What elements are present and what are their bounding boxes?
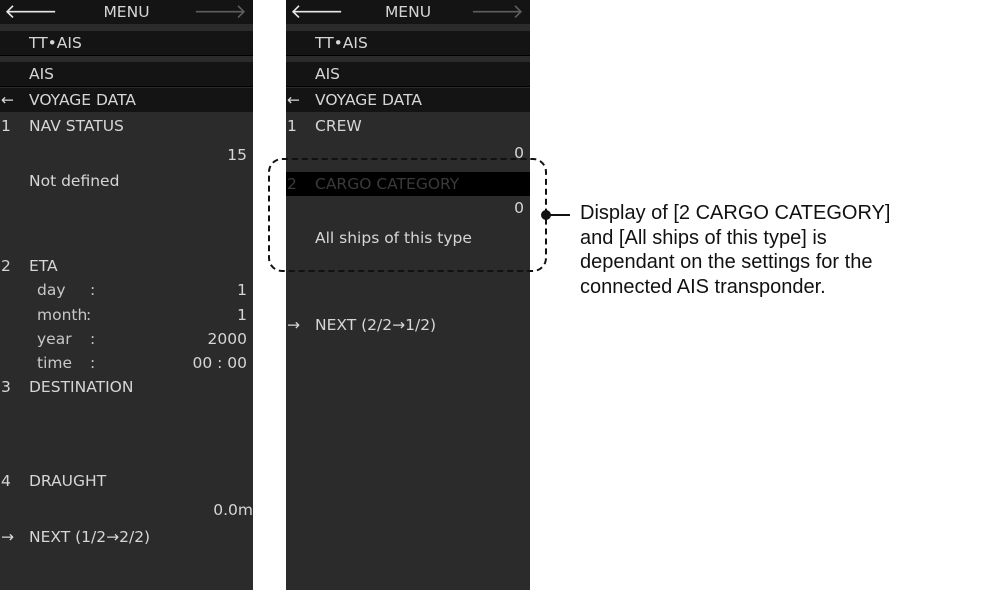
- eta-day-value: 1: [237, 281, 247, 299]
- eta-month-row[interactable]: month : 1: [0, 303, 253, 327]
- forward-arrow-icon: 🡒: [470, 0, 524, 23]
- eta-year-label: year: [37, 330, 72, 348]
- callout-leader-line: [548, 214, 570, 216]
- voyage-data-menu-page-1: 🡐 MENU 🡒 TT•AIS AIS ← VOYAGE DATA 1 NAV …: [0, 0, 253, 590]
- menu-item-next[interactable]: → NEXT (1/2→2/2): [0, 525, 253, 549]
- menu-item-eta[interactable]: 2 ETA: [0, 254, 253, 278]
- breadcrumb-label: AIS: [29, 65, 55, 83]
- item-number: 4: [1, 472, 11, 490]
- item-label: CREW: [315, 117, 362, 135]
- callout-note: Display of [2 CARGO CATEGORY] and [All s…: [580, 201, 990, 299]
- eta-time-value: 00 : 00: [192, 354, 247, 372]
- back-arrow-icon: ←: [287, 91, 300, 109]
- eta-day-label: day: [37, 281, 66, 299]
- breadcrumb-voyage-data[interactable]: ← VOYAGE DATA: [0, 88, 253, 112]
- draught-value: 0.0m: [213, 501, 253, 519]
- item-label: NAV STATUS: [29, 117, 124, 135]
- note-line: connected AIS transponder.: [580, 275, 826, 298]
- breadcrumb-ais[interactable]: AIS: [0, 62, 253, 87]
- breadcrumb-voyage-data[interactable]: ← VOYAGE DATA: [286, 88, 530, 112]
- eta-year-value: 2000: [207, 330, 247, 348]
- breadcrumb-tt-ais[interactable]: TT•AIS: [0, 31, 253, 56]
- colon: :: [90, 354, 96, 372]
- nav-status-text-row: Not defined: [0, 169, 253, 193]
- item-label: DRAUGHT: [29, 472, 107, 490]
- breadcrumb-tt-ais[interactable]: TT•AIS: [286, 31, 530, 56]
- eta-time-label: time: [37, 354, 73, 372]
- note-line: Display of [2 CARGO CATEGORY]: [580, 202, 891, 224]
- colon: :: [90, 281, 96, 299]
- colon: :: [90, 330, 96, 348]
- draught-value-row[interactable]: 0.0m: [0, 498, 253, 522]
- voyage-data-menu-page-2: 🡐 MENU 🡒 TT•AIS AIS ← VOYAGE DATA 1 CREW…: [286, 0, 530, 590]
- nav-status-value: 15: [227, 146, 247, 164]
- breadcrumb-label: TT•AIS: [29, 34, 82, 52]
- item-label: ETA: [29, 257, 58, 275]
- menu-item-nav-status[interactable]: 1 NAV STATUS: [0, 114, 253, 138]
- breadcrumb-ais[interactable]: AIS: [286, 62, 530, 87]
- menu-item-crew[interactable]: 1 CREW: [286, 114, 530, 138]
- back-arrow-icon: ←: [1, 91, 14, 109]
- nav-status-value-row[interactable]: 15: [0, 143, 253, 167]
- next-arrow-icon: →: [287, 316, 300, 334]
- item-number: 1: [287, 117, 297, 135]
- next-arrow-icon: →: [1, 528, 14, 546]
- item-number: 2: [1, 257, 11, 275]
- next-label: NEXT (2/2→1/2): [315, 316, 437, 334]
- breadcrumb-label: VOYAGE DATA: [315, 91, 422, 109]
- eta-time-row[interactable]: time : 00 : 00: [0, 351, 253, 375]
- item-label: DESTINATION: [29, 378, 134, 396]
- eta-month-label: month: [37, 306, 88, 324]
- item-number: 1: [1, 117, 11, 135]
- breadcrumb-label: VOYAGE DATA: [29, 91, 136, 109]
- breadcrumb-label: AIS: [315, 65, 341, 83]
- callout-dashed-frame: [268, 158, 547, 272]
- nav-status-text: Not defined: [29, 172, 120, 190]
- colon: :: [86, 306, 92, 324]
- eta-day-row[interactable]: day : 1: [0, 278, 253, 302]
- note-line: and [All ships of this type] is: [580, 226, 827, 249]
- menu-item-destination[interactable]: 3 DESTINATION: [0, 375, 253, 399]
- menu-header: 🡐 MENU 🡒: [0, 0, 253, 24]
- note-line: dependant on the settings for the: [580, 251, 873, 273]
- menu-header: 🡐 MENU 🡒: [286, 0, 530, 24]
- item-number: 3: [1, 378, 11, 396]
- forward-arrow-icon: 🡒: [193, 0, 247, 23]
- eta-year-row[interactable]: year : 2000: [0, 327, 253, 351]
- menu-item-draught[interactable]: 4 DRAUGHT: [0, 469, 253, 493]
- eta-month-value: 1: [237, 306, 247, 324]
- next-label: NEXT (1/2→2/2): [29, 528, 151, 546]
- menu-item-next[interactable]: → NEXT (2/2→1/2): [286, 313, 530, 337]
- breadcrumb-label: TT•AIS: [315, 34, 368, 52]
